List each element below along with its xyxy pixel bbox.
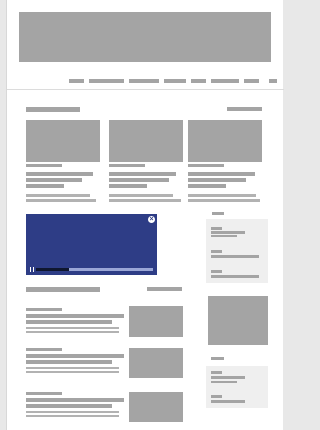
card-thumbnail[interactable]: [109, 120, 183, 162]
pause-icon[interactable]: [30, 267, 34, 272]
article-excerpt-line: [26, 331, 119, 333]
nav-item-2[interactable]: [89, 79, 124, 83]
article-excerpt-line: [26, 371, 119, 373]
video-player[interactable]: ×: [26, 214, 157, 275]
article-thumbnail[interactable]: [129, 348, 183, 378]
article-title-line[interactable]: [26, 354, 124, 358]
section-heading: [26, 287, 100, 292]
nav-item-4[interactable]: [164, 79, 186, 83]
widget-item-line[interactable]: [211, 231, 245, 234]
card-excerpt-line: [26, 194, 90, 197]
header-divider: [7, 89, 284, 90]
sidebar-widget: [206, 219, 268, 283]
article-thumbnail[interactable]: [129, 306, 183, 337]
sidebar-heading: [212, 212, 224, 215]
widget-item-line[interactable]: [211, 235, 237, 237]
article-excerpt-line: [26, 411, 119, 413]
card-thumbnail[interactable]: [188, 120, 262, 162]
card-title-line[interactable]: [26, 178, 82, 182]
card-excerpt-line: [188, 199, 260, 202]
web-page: ×: [6, 0, 284, 430]
card-category: [188, 164, 224, 167]
nav-item-1[interactable]: [69, 79, 84, 83]
article-title-line[interactable]: [26, 404, 112, 408]
card-title-line[interactable]: [188, 184, 226, 188]
header-banner[interactable]: [19, 12, 271, 62]
article-title-line[interactable]: [26, 398, 124, 402]
card-category: [26, 164, 62, 167]
sidebar-ad[interactable]: [208, 296, 268, 345]
nav-item-8[interactable]: [269, 79, 277, 83]
article-excerpt-line: [26, 367, 119, 369]
card-excerpt-line: [109, 199, 181, 202]
article-category: [26, 392, 62, 395]
article-excerpt-line: [26, 415, 119, 417]
widget-item-label[interactable]: [211, 395, 222, 398]
card-title-line[interactable]: [109, 184, 147, 188]
sidebar-heading: [211, 357, 224, 360]
card-excerpt-line: [109, 194, 173, 197]
article-excerpt-line: [26, 327, 119, 329]
article-thumbnail[interactable]: [129, 392, 183, 422]
widget-item-label[interactable]: [211, 227, 222, 230]
card-title-line[interactable]: [188, 178, 246, 182]
widget-item-label[interactable]: [211, 270, 222, 273]
card-excerpt-line: [26, 199, 96, 202]
card-title-line[interactable]: [26, 184, 64, 188]
card-category: [109, 164, 145, 167]
nav-item-7[interactable]: [244, 79, 259, 83]
sidebar-widget: [206, 366, 268, 408]
card-thumbnail[interactable]: [26, 120, 100, 162]
card-title-line[interactable]: [109, 172, 176, 176]
article-title-line[interactable]: [26, 314, 124, 318]
nav-item-6[interactable]: [211, 79, 239, 83]
widget-item-label[interactable]: [211, 250, 222, 253]
card-title-line[interactable]: [109, 178, 169, 182]
widget-item-line[interactable]: [211, 400, 245, 403]
section-heading: [26, 107, 80, 112]
close-icon[interactable]: ×: [148, 216, 155, 223]
card-title-line[interactable]: [188, 172, 255, 176]
article-category: [26, 348, 62, 351]
card-title-line[interactable]: [26, 172, 93, 176]
nav-item-3[interactable]: [129, 79, 159, 83]
section-more-link[interactable]: [227, 107, 262, 111]
card-excerpt-line: [188, 194, 256, 197]
progress-bar[interactable]: [36, 268, 153, 271]
progress-fill: [36, 268, 69, 271]
widget-item-line[interactable]: [211, 275, 259, 278]
nav-item-5[interactable]: [191, 79, 206, 83]
section-more-link[interactable]: [147, 287, 182, 291]
widget-item-line[interactable]: [211, 376, 245, 379]
article-title-line[interactable]: [26, 360, 112, 364]
article-title-line[interactable]: [26, 320, 112, 324]
widget-item-line[interactable]: [211, 255, 259, 258]
article-category: [26, 308, 62, 311]
widget-item-line[interactable]: [211, 381, 237, 383]
widget-item-label[interactable]: [211, 371, 222, 374]
